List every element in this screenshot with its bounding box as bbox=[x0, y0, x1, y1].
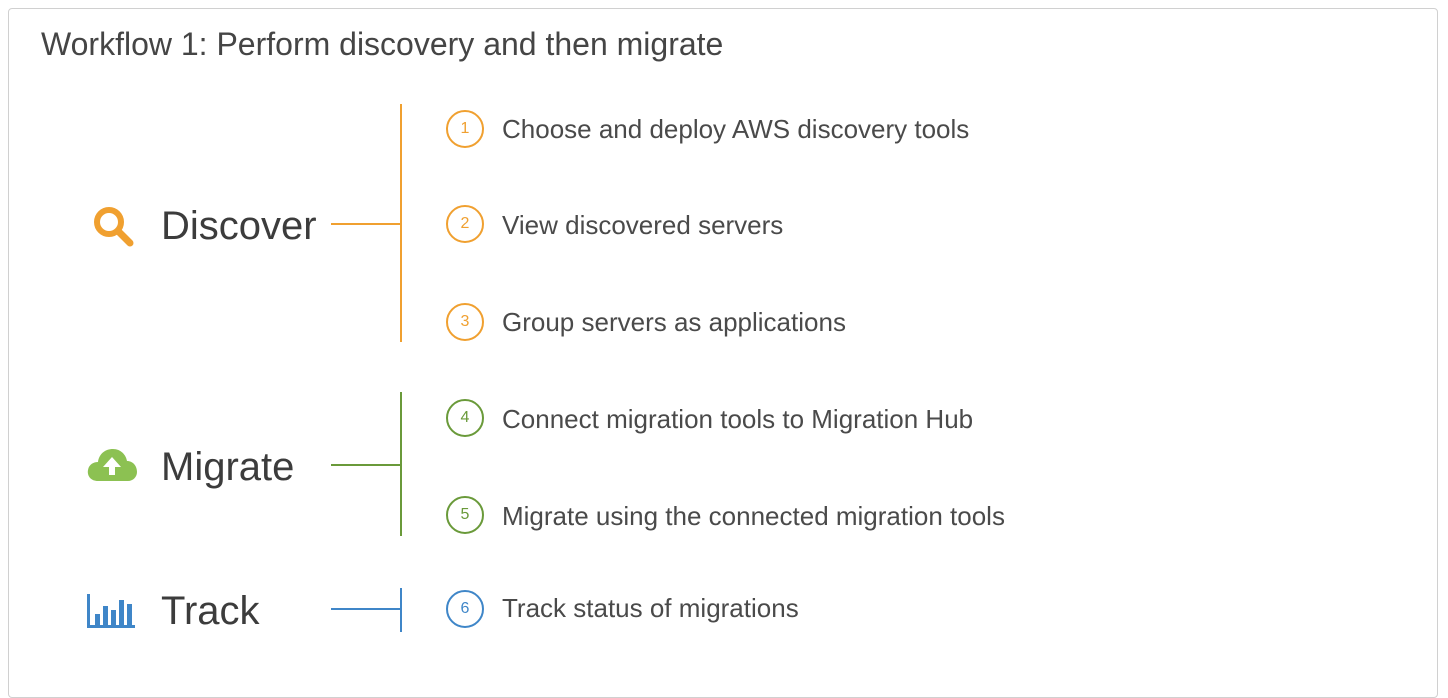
step-badge-2: 2 bbox=[446, 205, 484, 243]
connector-track bbox=[331, 608, 402, 610]
phase-label-discover: Discover bbox=[161, 204, 317, 248]
bracket-track bbox=[400, 588, 402, 632]
step-text-4: Connect migration tools to Migration Hub bbox=[502, 404, 974, 434]
step-text-2: View discovered servers bbox=[502, 210, 784, 240]
connector-migrate bbox=[331, 464, 402, 466]
connector-discover bbox=[331, 223, 402, 225]
phase-label-migrate: Migrate bbox=[161, 445, 295, 489]
step-text-5: Migrate using the connected migration to… bbox=[502, 501, 1005, 531]
magnifier-icon bbox=[90, 204, 136, 250]
step-badge-1: 1 bbox=[446, 110, 484, 148]
step-badge-6: 6 bbox=[446, 590, 484, 628]
bracket-migrate bbox=[400, 392, 402, 536]
step-badge-3: 3 bbox=[446, 303, 484, 341]
step-badge-5: 5 bbox=[446, 496, 484, 534]
step-text-3: Group servers as applications bbox=[502, 307, 846, 337]
phase-label-track: Track bbox=[161, 589, 260, 633]
step-text-1: Choose and deploy AWS discovery tools bbox=[502, 114, 970, 144]
step-badge-4: 4 bbox=[446, 399, 484, 437]
step-text-6: Track status of migrations bbox=[502, 593, 799, 623]
bracket-discover bbox=[400, 104, 402, 342]
bar-chart-icon bbox=[86, 592, 136, 630]
cloud-upload-icon bbox=[86, 445, 138, 485]
workflow-title: Workflow 1: Perform discovery and then m… bbox=[41, 26, 724, 62]
